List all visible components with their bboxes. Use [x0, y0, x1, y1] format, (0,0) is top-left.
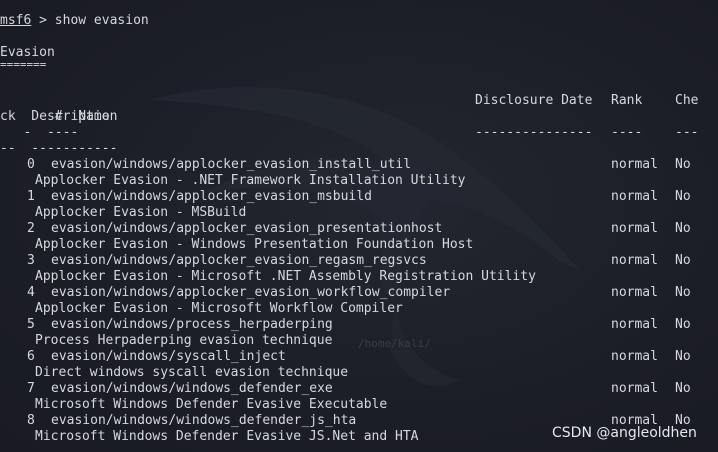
table-header-row-1: # Name	[0, 93, 110, 124]
header-check-part: Che	[675, 93, 699, 108]
module-name: evasion/windows/process_herpaderping	[51, 317, 333, 332]
module-rank: normal	[611, 189, 658, 204]
module-name: evasion/windows/applocker_evasion_msbuil…	[51, 189, 372, 204]
background-path-text: /home/kali/	[358, 337, 431, 350]
table-header-row-2: ck Description	[0, 109, 118, 124]
module-name: evasion/windows/syscall_inject	[51, 349, 286, 364]
module-rank: normal	[611, 221, 658, 236]
module-description: Applocker Evasion - .NET Framework Insta…	[35, 173, 466, 188]
dash-row-1: - ----	[0, 125, 79, 140]
module-rank: normal	[611, 157, 658, 172]
module-rank: normal	[611, 317, 658, 332]
header-disclosure-date: Disclosure Date	[475, 93, 593, 108]
header-rank: Rank	[611, 93, 643, 108]
module-check: No	[675, 189, 691, 204]
module-number: 1	[27, 189, 35, 204]
prompt-symbol: >	[31, 13, 55, 28]
module-check: No	[675, 381, 691, 396]
module-number: 4	[27, 285, 35, 300]
module-description: Applocker Evasion - Microsoft Workflow C…	[35, 301, 403, 316]
module-description: Process Herpaderping evasion technique	[35, 333, 333, 348]
module-description: Applocker Evasion - MSBuild	[35, 205, 247, 220]
module-name: evasion/windows/windows_defender_js_hta	[51, 413, 357, 428]
module-description: Direct windows syscall evasion technique	[35, 365, 349, 380]
module-description: Applocker Evasion - Windows Presentation…	[35, 237, 474, 252]
module-rank: normal	[611, 349, 658, 364]
module-name: evasion/windows/applocker_evasion_regasm…	[51, 253, 427, 268]
module-check: No	[675, 285, 691, 300]
module-rank: normal	[611, 253, 658, 268]
module-name: evasion/windows/applocker_evasion_workfl…	[51, 285, 451, 300]
terminal-window[interactable]: /home/kali/ msf6 > show evasion Evasion …	[0, 0, 718, 452]
module-name: evasion/windows/applocker_evasion_presen…	[51, 221, 443, 236]
module-check: No	[675, 349, 691, 364]
module-description: Microsoft Windows Defender Evasive Execu…	[35, 397, 388, 412]
section-rule: =======	[0, 58, 47, 71]
command-text: show evasion	[54, 13, 149, 28]
module-number: 6	[27, 349, 35, 364]
module-check: No	[675, 157, 691, 172]
module-number: 0	[27, 157, 35, 172]
dash-row-2: -- -----------	[0, 141, 118, 156]
module-name: evasion/windows/applocker_evasion_instal…	[51, 157, 412, 172]
dash-rank: ----	[611, 125, 643, 140]
prompt-line: msf6 > show evasion	[0, 13, 149, 29]
dash-disclosure: ---------------	[475, 125, 593, 140]
module-number: 2	[27, 221, 35, 236]
watermark: CSDN @angleoldhen	[552, 425, 697, 441]
module-number: 5	[27, 317, 35, 332]
module-description: Microsoft Windows Defender Evasive JS.Ne…	[35, 429, 419, 444]
module-rank: normal	[611, 285, 658, 300]
module-description: Applocker Evasion - Microsoft .NET Assem…	[35, 269, 536, 284]
dash-check: ---	[675, 125, 699, 140]
module-check: No	[675, 253, 691, 268]
module-name: evasion/windows/windows_defender_exe	[51, 381, 333, 396]
module-number: 7	[27, 381, 35, 396]
module-number: 3	[27, 253, 35, 268]
module-check: No	[675, 221, 691, 236]
module-number: 8	[27, 413, 35, 428]
prompt-label: msf6	[0, 13, 32, 28]
module-rank: normal	[611, 381, 658, 396]
module-check: No	[675, 317, 691, 332]
